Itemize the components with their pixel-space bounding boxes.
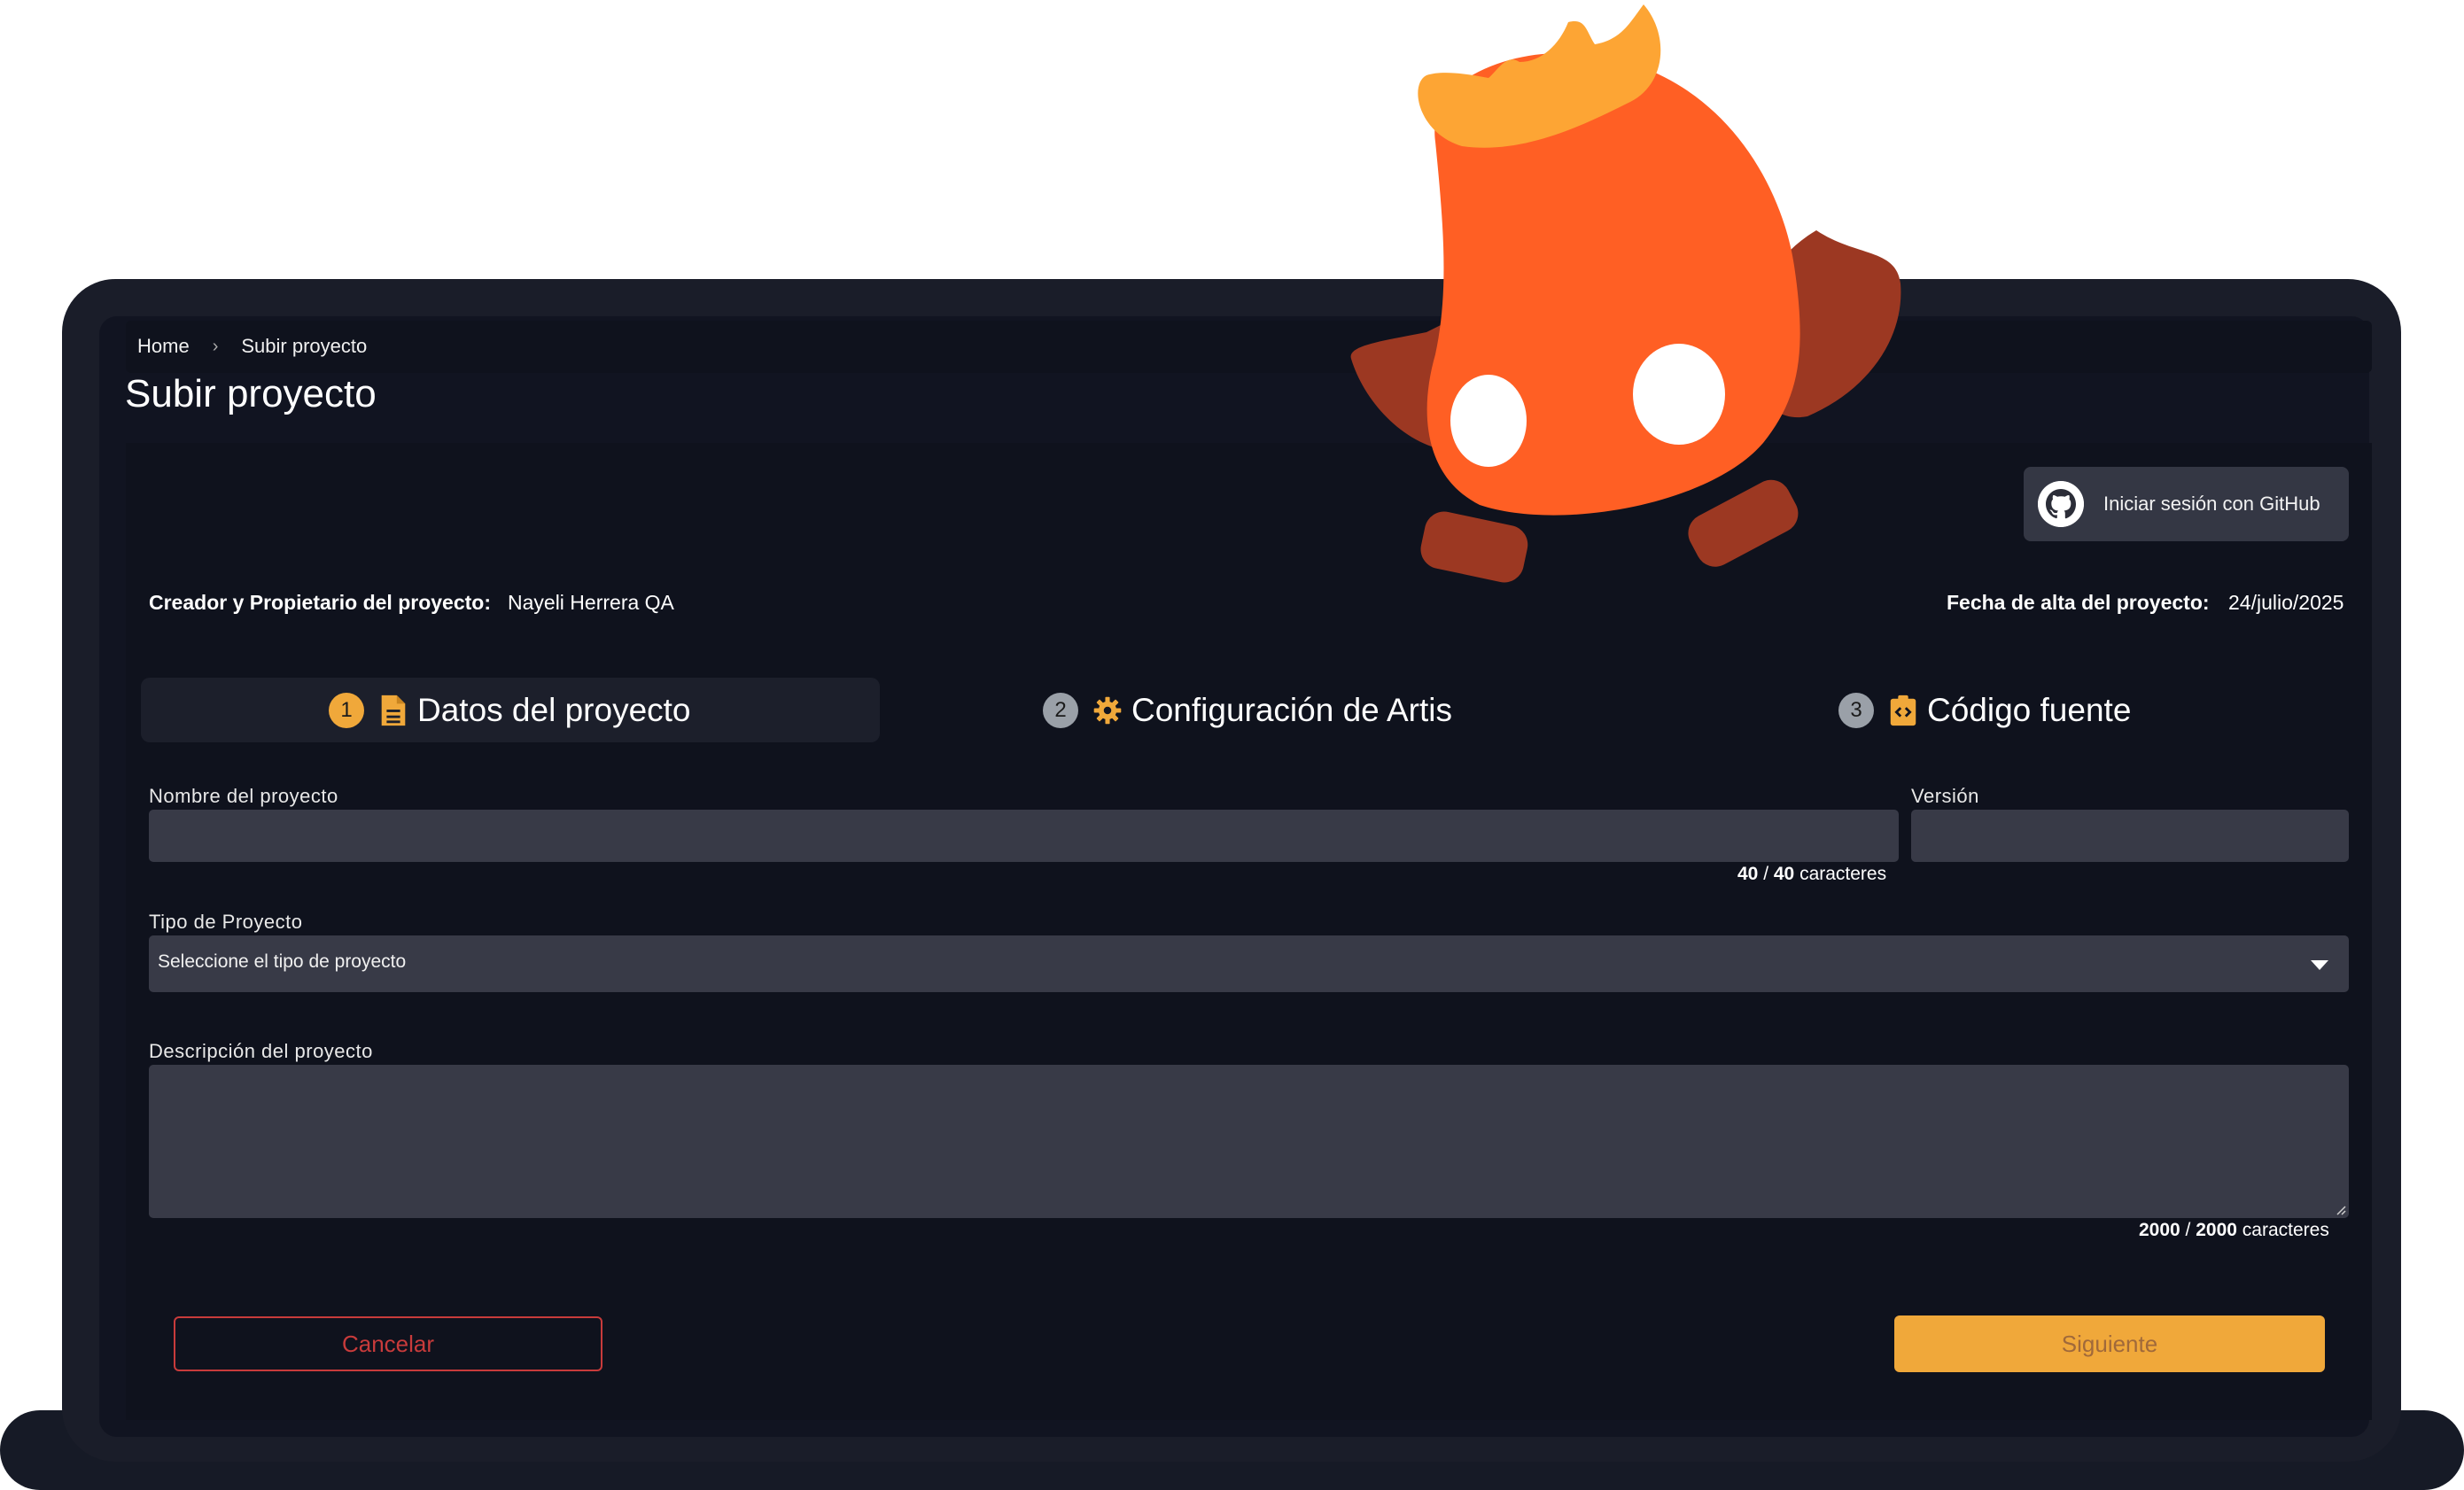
project-name-input[interactable]: [149, 810, 1899, 862]
breadcrumb-current: Subir proyecto: [241, 335, 368, 357]
step-number-badge: 2: [1043, 693, 1078, 728]
breadcrumb-bar: [126, 321, 2372, 373]
step-number-badge: 1: [329, 693, 364, 728]
next-button[interactable]: Siguiente: [1894, 1315, 2325, 1372]
github-login-label: Iniciar sesión con GitHub: [2103, 493, 2320, 515]
owner-value: Nayeli Herrera QA: [508, 591, 674, 614]
breadcrumb-home-link[interactable]: Home: [137, 335, 190, 358]
step-codigo-fuente[interactable]: 3 Código fuente: [1838, 687, 2131, 734]
project-name-counter: 40 / 40 caracteres: [1737, 864, 1887, 884]
project-type-select[interactable]: [149, 935, 2349, 992]
github-icon: [2038, 481, 2084, 527]
version-input[interactable]: [1911, 810, 2349, 862]
github-login-button[interactable]: Iniciar sesión con GitHub: [2024, 467, 2349, 541]
step-number-badge: 3: [1838, 693, 1874, 728]
document-icon: [381, 695, 406, 726]
resize-grip-icon[interactable]: [2336, 1205, 2346, 1215]
date-value: 24/julio/2025: [2228, 591, 2344, 614]
mascot-illustration: [1350, 4, 1901, 583]
gear-icon: [1093, 696, 1122, 725]
cancel-button[interactable]: Cancelar: [174, 1316, 602, 1371]
step-configuracion-de-artis[interactable]: 2 Configuración de Artis: [1043, 687, 1452, 734]
project-name-label: Nombre del proyecto: [149, 785, 338, 807]
form-panel: [126, 443, 2372, 1420]
project-type-selected: Seleccione el tipo de proyecto: [158, 951, 407, 972]
step-label: Datos del proyecto: [417, 692, 691, 728]
description-textarea[interactable]: [149, 1065, 2349, 1218]
chevron-down-icon: [2311, 960, 2328, 970]
owner-label: Creador y Propietario del proyecto:: [149, 591, 491, 614]
step-label: Código fuente: [1927, 692, 2132, 728]
date-label: Fecha de alta del proyecto:: [1947, 591, 2210, 614]
breadcrumb: Home › Subir proyecto: [137, 335, 367, 358]
page-title: Subir proyecto: [125, 372, 377, 415]
description-label: Descripción del proyecto: [149, 1040, 373, 1062]
step-datos-del-proyecto[interactable]: 1 Datos del proyecto: [329, 687, 691, 734]
version-label: Versión: [1911, 785, 1979, 807]
step-label: Configuración de Artis: [1131, 692, 1452, 728]
code-clipboard-icon: [1890, 695, 1916, 726]
description-counter: 2000 / 2000 caracteres: [2139, 1220, 2329, 1240]
project-type-label: Tipo de Proyecto: [149, 911, 303, 933]
breadcrumb-separator-icon: ›: [212, 336, 219, 356]
